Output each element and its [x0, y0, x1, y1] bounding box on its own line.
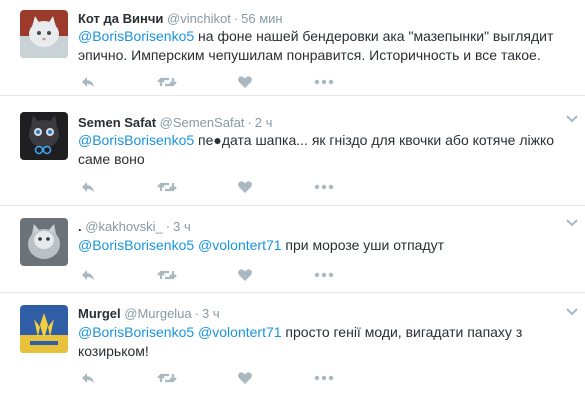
tweet-text-line: козирьком! [78, 343, 149, 359]
heart-icon[interactable] [237, 178, 253, 196]
more-icon[interactable] [314, 73, 334, 91]
tweet-3[interactable]: . @kakhovski_ · 3 ч @BorisBorisenko5 @volo… [0, 206, 585, 293]
chevron-down-icon[interactable] [565, 114, 579, 124]
tweet-text-line: саме воно [78, 151, 145, 167]
reply-icon[interactable] [80, 73, 96, 91]
retweet-icon[interactable] [157, 266, 177, 284]
retweet-icon[interactable] [157, 178, 177, 196]
reply-icon[interactable] [80, 178, 96, 196]
mention-link[interactable]: @BorisBorisenko5 [78, 28, 194, 44]
tweet-actions [78, 178, 338, 196]
avatar[interactable] [20, 10, 68, 58]
more-icon[interactable] [314, 266, 334, 284]
heart-icon[interactable] [237, 369, 253, 387]
mention-link[interactable]: @BorisBorisenko5 [78, 324, 194, 340]
author-name[interactable]: Semen Safat [78, 115, 156, 130]
tweet-header: Кот да Винчи @vinchikot · 56 мин [78, 11, 283, 27]
author-name[interactable]: . [78, 219, 82, 234]
timestamp[interactable]: 3 ч [173, 219, 191, 234]
mention-link[interactable]: @BorisBorisenko5 [78, 237, 194, 253]
more-icon[interactable] [314, 369, 334, 387]
tweet-text-line: пе●дата шапка... як гніздо для квочки аб… [194, 132, 555, 148]
avatar[interactable] [20, 218, 68, 266]
separator: · [247, 115, 252, 130]
tweet-header: Murgel @Murgelua · 3 ч [78, 306, 220, 322]
author-handle[interactable]: @vinchikot [167, 11, 231, 26]
tweet-1[interactable]: Кот да Винчи @vinchikot · 56 мин @BorisBor… [0, 0, 585, 96]
tweet-header: . @kakhovski_ · 3 ч [78, 219, 191, 235]
tweet-actions [78, 73, 338, 91]
chevron-down-icon[interactable] [565, 307, 579, 317]
tweet-4[interactable]: Murgel @Murgelua · 3 ч @BorisBorisenko5 @v… [0, 293, 585, 399]
reply-icon[interactable] [80, 266, 96, 284]
tweet-actions [78, 369, 338, 387]
tweet-text-line: эпично. Имперским чепушилам понравится. … [78, 47, 541, 63]
chevron-down-icon[interactable] [565, 218, 579, 228]
author-name[interactable]: Кот да Винчи [78, 11, 163, 26]
heart-icon[interactable] [237, 73, 253, 91]
tweet-text-line: при морозе уши отпадут [281, 237, 445, 253]
tweet-text: @BorisBorisenko5 пе●дата шапка... як гні… [78, 131, 568, 169]
retweet-icon[interactable] [157, 73, 177, 91]
more-icon[interactable] [314, 178, 334, 196]
tweet-2[interactable]: Semen Safat @SemenSafat · 2 ч @BorisBorise… [0, 96, 585, 206]
tweet-text: @BorisBorisenko5 на фоне нашей бендеровк… [78, 27, 568, 65]
tweet-text: @BorisBorisenko5 @volontert71 просто ген… [78, 323, 568, 361]
avatar[interactable] [20, 305, 68, 353]
retweet-icon[interactable] [157, 369, 177, 387]
timestamp[interactable]: 2 ч [255, 115, 273, 130]
mention-link[interactable]: @volontert71 [198, 237, 281, 253]
separator: · [194, 306, 199, 321]
separator: · [165, 219, 171, 234]
author-handle[interactable]: @Murgelua [124, 306, 191, 321]
tweet-text: @BorisBorisenko5 @volontert71 при морозе… [78, 236, 568, 255]
tweet-header: Semen Safat @SemenSafat · 2 ч [78, 115, 272, 131]
tweet-text-line: на фоне нашей бендеровки ака "мазепынки"… [194, 28, 554, 44]
timestamp[interactable]: 3 ч [202, 306, 220, 321]
tweet-actions [78, 266, 338, 284]
separator: · [233, 11, 239, 26]
reply-icon[interactable] [80, 369, 96, 387]
author-handle[interactable]: @kakhovski_ [85, 219, 163, 234]
author-handle[interactable]: @SemenSafat [160, 115, 245, 130]
avatar[interactable] [20, 112, 68, 160]
timestamp[interactable]: 56 мин [241, 11, 282, 26]
heart-icon[interactable] [237, 266, 253, 284]
mention-link[interactable]: @BorisBorisenko5 [78, 132, 194, 148]
author-name[interactable]: Murgel [78, 306, 121, 321]
tweet-text-line: просто генії моди, вигадати папаху з [281, 324, 523, 340]
mention-link[interactable]: @volontert71 [198, 324, 281, 340]
